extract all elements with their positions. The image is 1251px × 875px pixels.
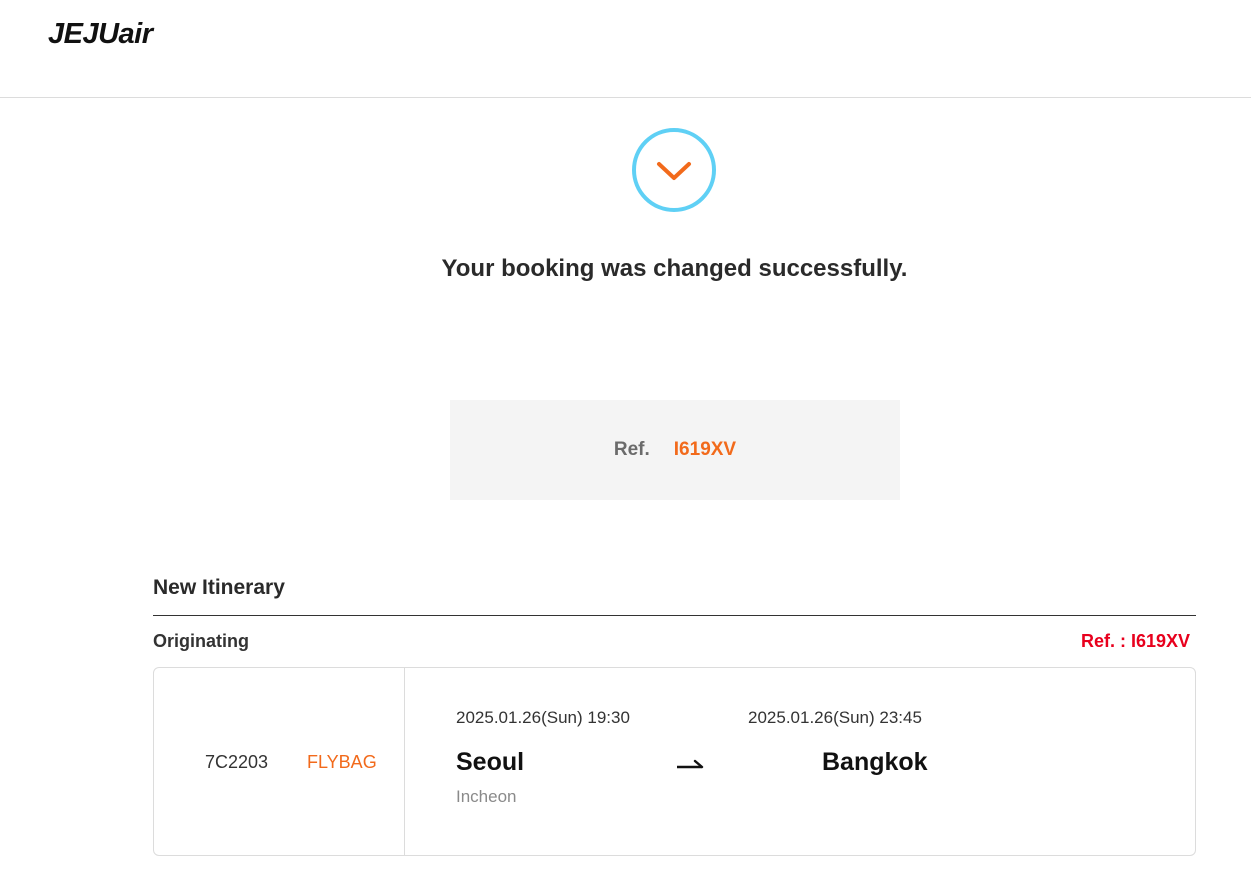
leg-label: Originating <box>153 631 249 651</box>
departure-city: Seoul <box>456 748 525 776</box>
section-divider <box>153 615 1196 616</box>
ref-label: Ref. <box>613 439 650 460</box>
departure-datetime: 2025.01.26(Sun) 19:30 <box>456 708 630 727</box>
fare-type: FLYBAG <box>307 752 377 772</box>
flight-card: 7C2203 FLYBAG 2025.01.26(Sun) 19:30 2025… <box>153 667 1196 856</box>
success-message: Your booking was changed successfully. <box>441 255 908 282</box>
jejuair-logo[interactable]: JEJUair <box>48 18 153 51</box>
booking-reference-box: Ref. I619XV <box>450 400 900 500</box>
check-circle-icon <box>632 128 716 212</box>
arrow-right-icon <box>677 759 704 769</box>
arrival-city: Bangkok <box>822 748 928 776</box>
site-header: JEJUair <box>0 0 1251 98</box>
flight-number: 7C2203 <box>205 752 269 772</box>
flight-info-panel: 7C2203 FLYBAG <box>154 668 405 855</box>
departure-airport: Incheon <box>456 787 517 806</box>
ref-code: I619XV <box>673 439 737 460</box>
leg-ref: Ref. : I619XV <box>1080 631 1190 651</box>
new-itinerary-title: New Itinerary <box>153 576 285 599</box>
arrival-datetime: 2025.01.26(Sun) 23:45 <box>748 708 922 727</box>
